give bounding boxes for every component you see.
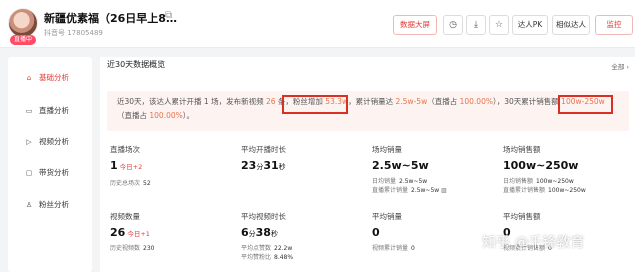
avg-likes: 平均点赞数 22.2w [241, 245, 293, 252]
trend-icon: ▨ [441, 187, 447, 194]
avg-video-duration-label: 平均视频时长 [241, 212, 286, 221]
like-fan-ratio: 平均赞粉比 8.48% [241, 254, 294, 261]
sidebar: ⌂ 基础分析 ▭ 直播分析 ▷ 视频分析 ▢ 带货分析 ♙ 粉丝分析 [8, 57, 92, 272]
history-icon[interactable]: ◷ [443, 15, 463, 35]
sidebar-item-fans[interactable]: ♙ 粉丝分析 [8, 195, 92, 215]
tv-icon: ▭ [25, 107, 33, 115]
sidebar-item-label: 视频分析 [39, 137, 69, 146]
video-history-total: 历史视频数 230 [110, 245, 155, 252]
fans-highlight-box [282, 95, 348, 114]
live-total-revenue: 直播累计销售额 100w~250w [503, 187, 586, 194]
live-total-sales: 直播累计销量 2.5w~5w ▨ [372, 187, 447, 194]
live-count-delta: 今日+2 [119, 163, 143, 171]
account-title: 新疆优素福（26日早上8… [44, 12, 177, 25]
summary-box: 近30天，该达人累计开播 1 场，发布新视频 26 条，粉丝增加 53.3w，累… [107, 91, 629, 131]
video-count-delta: 今日+1 [127, 230, 150, 238]
sidebar-item-goods[interactable]: ▢ 带货分析 [8, 163, 92, 183]
avg-revenue-value: 100w~250w [503, 159, 579, 172]
avg-duration-value: 23分31秒 [241, 159, 286, 172]
live-history-total: 历史总场次 52 [110, 180, 151, 187]
sidebar-item-label: 直播分析 [39, 106, 69, 115]
sidebar-item-live[interactable]: ▭ 直播分析 [8, 101, 92, 121]
data-screen-button[interactable]: 数据大屏 [393, 15, 437, 35]
avg-revenue-label: 场均销售额 [503, 145, 541, 154]
video-count-label: 视频数量 [110, 212, 140, 221]
avg-sales-label: 场均销量 [372, 145, 402, 154]
top-header: 直播中 新疆优素福（26日早上8… ⧉ 抖音号 17805489 数据大屏 ◷ … [0, 0, 635, 48]
more-link[interactable]: 全部 › [611, 61, 629, 71]
home-icon: ⌂ [26, 74, 32, 82]
sidebar-item-video[interactable]: ▷ 视频分析 [8, 132, 92, 152]
video-avg-revenue-label: 平均销售额 [503, 212, 541, 221]
cart-icon: ▢ [25, 169, 33, 177]
video-avg-sales-label: 平均销量 [372, 212, 402, 221]
avg-video-duration-value: 6分38秒 [241, 226, 278, 239]
revenue-highlight-box [558, 95, 613, 114]
sidebar-item-label: 基础分析 [39, 73, 69, 82]
play-icon: ▷ [26, 138, 32, 146]
live-count-label: 直播场次 [110, 145, 140, 154]
favorite-icon[interactable]: ☆ [489, 15, 509, 35]
avg-sales-value: 2.5w~5w [372, 159, 429, 172]
avg-duration-label: 平均开播时长 [241, 145, 286, 154]
video-avg-sales-value: 0 [372, 226, 380, 239]
sidebar-item-label: 粉丝分析 [39, 200, 69, 209]
video-total-sales: 视频累计销量 0 [372, 245, 415, 252]
download-icon[interactable]: ⤓ [466, 15, 486, 35]
sidebar-item-label: 带货分析 [39, 168, 69, 177]
daily-sales: 日均销量 2.5w~5w [372, 178, 428, 185]
sidebar-item-basic[interactable]: ⌂ 基础分析 [8, 68, 92, 88]
watermark: 知乎 @千锋教育 [482, 235, 585, 251]
similar-button[interactable]: 相似达人 [552, 15, 590, 35]
account-id: 抖音号 17805489 [44, 29, 103, 37]
compare-button[interactable]: 达人PK [512, 15, 548, 35]
daily-revenue: 日均销售额 100w~250w [503, 178, 574, 185]
user-icon: ♙ [25, 201, 33, 209]
live-count-value: 1 今日+2 [110, 159, 143, 172]
video-count-value: 26 今日+1 [110, 226, 150, 239]
monitor-button[interactable]: 监控 [595, 15, 633, 35]
video-count-highlight: 26 [265, 97, 276, 106]
share-icon[interactable]: ⧉ [165, 10, 177, 22]
avatar[interactable] [8, 8, 38, 38]
live-badge: 直播中 [10, 35, 36, 45]
section-title: 近30天数据概览 [107, 60, 166, 69]
